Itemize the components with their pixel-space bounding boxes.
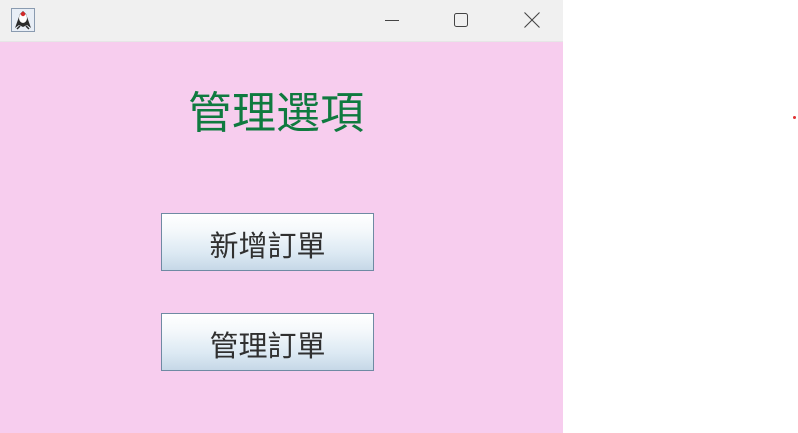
add-order-button-label: 新增訂單 <box>209 229 326 263</box>
red-dot-marker <box>793 116 796 119</box>
close-button[interactable] <box>509 0 555 40</box>
app-window: 管理選項 新增訂單 管理訂單 <box>0 0 563 433</box>
close-icon <box>524 12 540 28</box>
add-order-button[interactable]: 新增訂單 <box>161 213 374 271</box>
page-title-text: 管理選項 <box>188 88 364 139</box>
maximize-icon <box>454 13 468 27</box>
title-bar[interactable] <box>0 0 563 42</box>
manage-order-button-label: 管理訂單 <box>209 329 326 363</box>
manage-order-button[interactable]: 管理訂單 <box>161 313 374 371</box>
java-duke-icon[interactable] <box>11 8 35 32</box>
minimize-icon <box>385 20 399 21</box>
maximize-button[interactable] <box>438 0 484 40</box>
minimize-button[interactable] <box>369 0 415 40</box>
page-title: 管理選項 <box>0 84 552 144</box>
